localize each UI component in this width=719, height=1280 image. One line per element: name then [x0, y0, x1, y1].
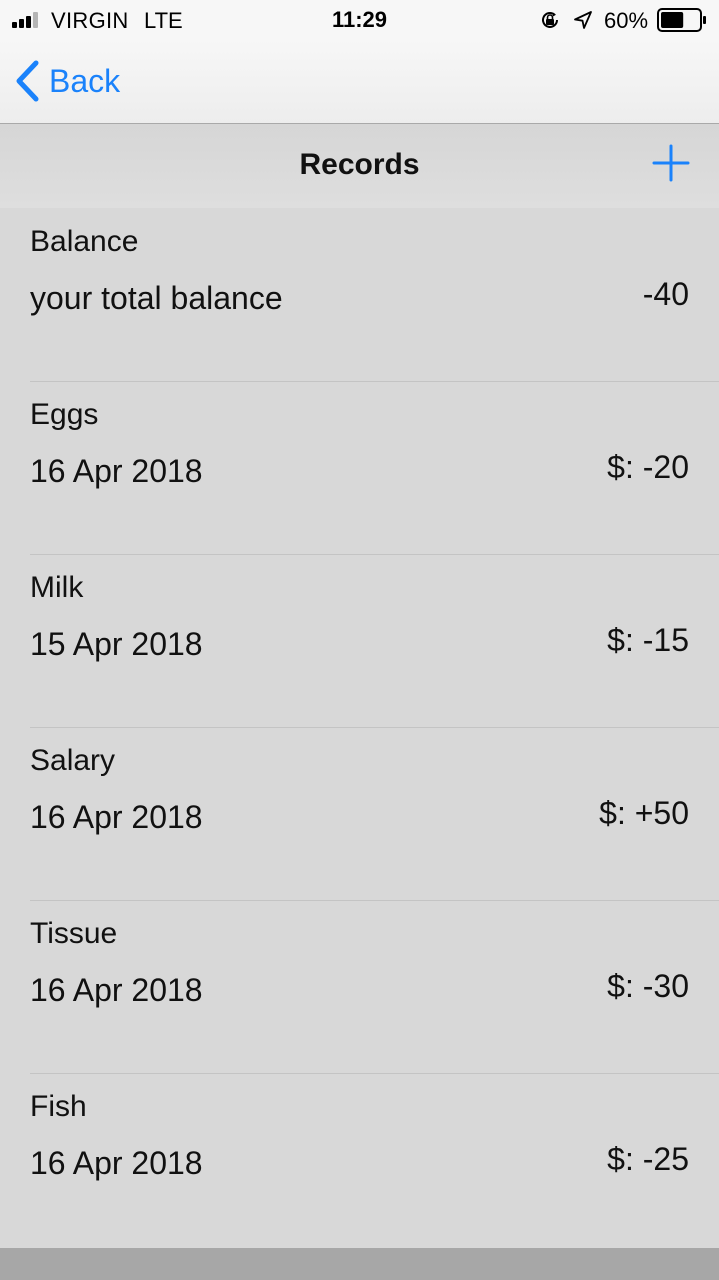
balance-description: your total balance	[30, 280, 283, 316]
back-button[interactable]: Back	[14, 57, 120, 105]
record-date: 16 Apr 2018	[30, 453, 203, 489]
record-row[interactable]: Tissue 16 Apr 2018 $: -30	[0, 900, 719, 1073]
page-title: Records	[299, 148, 420, 181]
record-title: Fish	[30, 1090, 87, 1123]
back-label: Back	[49, 62, 121, 99]
record-amount: $: -15	[607, 622, 689, 658]
record-date: 15 Apr 2018	[30, 626, 203, 662]
record-title: Salary	[30, 744, 116, 777]
record-row[interactable]: Salary 16 Apr 2018 $: +50	[0, 727, 719, 900]
record-date: 16 Apr 2018	[30, 799, 203, 835]
orientation-lock-icon	[542, 11, 558, 28]
record-amount: $: -30	[607, 968, 689, 1004]
record-amount: $: +50	[599, 795, 689, 831]
title-bar: Records	[0, 124, 719, 208]
bottom-bar	[0, 1248, 719, 1280]
location-arrow-icon	[574, 11, 592, 29]
record-title: Tissue	[30, 917, 118, 950]
record-title: Eggs	[30, 398, 99, 431]
chevron-left-icon	[16, 60, 39, 102]
navigation-bar: Back	[0, 40, 719, 124]
record-row[interactable]: Fish 16 Apr 2018 $: -25	[0, 1073, 719, 1246]
balance-row[interactable]: Balance your total balance -40	[0, 208, 719, 381]
record-amount: $: -20	[607, 449, 689, 485]
record-date: 16 Apr 2018	[30, 972, 203, 1008]
status-bar: VIRGIN LTE 11:29 60%	[0, 0, 719, 40]
record-title: Milk	[30, 571, 84, 604]
record-date: 16 Apr 2018	[30, 1145, 203, 1181]
record-row[interactable]: Milk 15 Apr 2018 $: -15	[0, 554, 719, 727]
record-title: Balance	[30, 225, 139, 258]
record-amount: $: -25	[607, 1141, 689, 1177]
battery-percentage: 60%	[604, 8, 649, 33]
battery-icon	[657, 8, 706, 32]
add-record-button[interactable]	[652, 144, 690, 182]
records-list: Balance your total balance -40 Eggs 16 Apr 2…	[0, 208, 719, 1246]
balance-amount: -40	[642, 276, 689, 312]
record-row[interactable]: Eggs 16 Apr 2018 $: -20	[0, 381, 719, 554]
